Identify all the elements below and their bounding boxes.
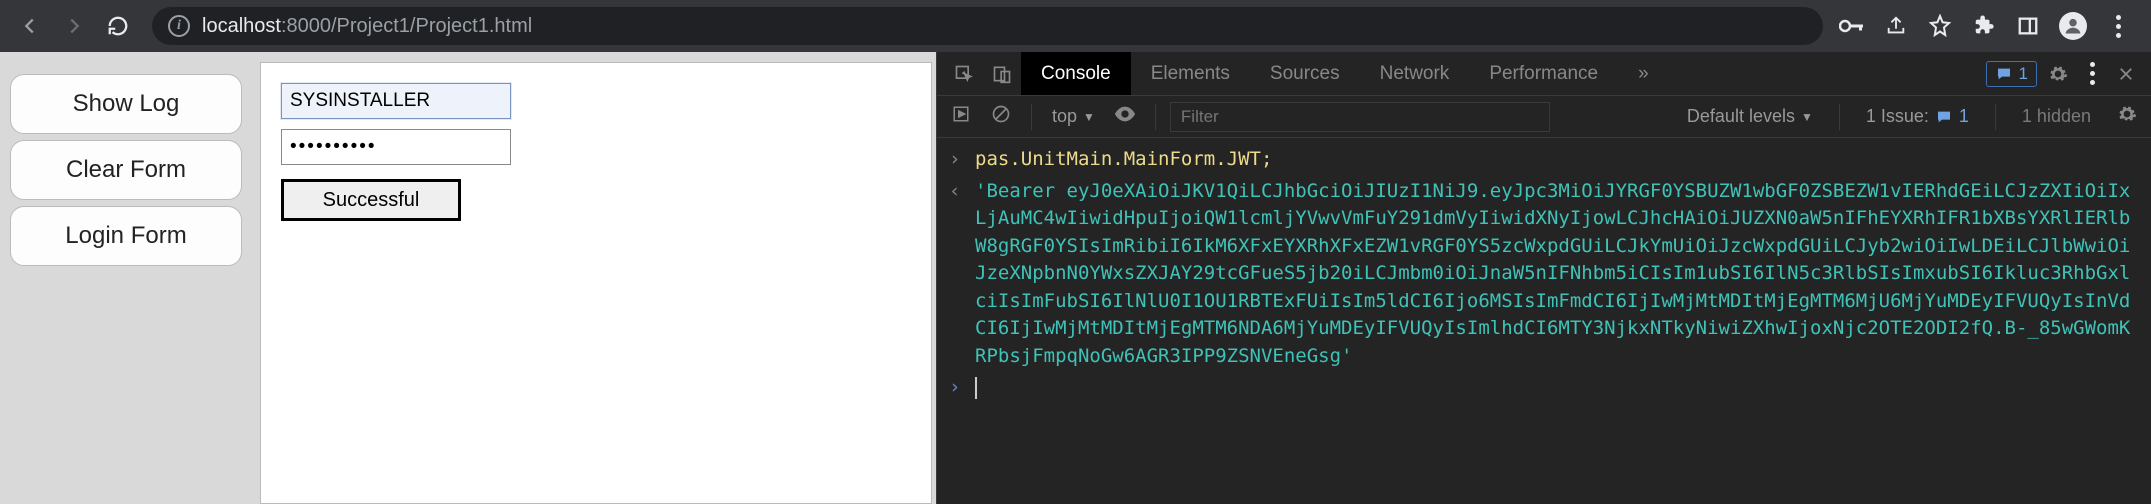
share-icon[interactable] [1883,13,1909,39]
action-panel: Show Log Clear Form Login Form [10,74,242,266]
console-output-value: 'Bearer eyJ0eXAiOiJKV1QiLCJhbGciOiJIUzI1… [975,178,2139,371]
show-log-button[interactable]: Show Log [10,74,242,134]
issues-chip[interactable]: 1 [1986,61,2037,87]
output-arrow-icon: ‹ [949,178,965,371]
console-prompt[interactable] [975,374,977,402]
successful-button[interactable]: Successful [281,179,461,221]
filter-input[interactable] [1170,102,1550,132]
profile-avatar-icon[interactable] [2059,12,2087,40]
devtools-tabbar: Console Elements Sources Network Perform… [937,52,2151,96]
console-output[interactable]: › pas.UnitMain.MainForm.JWT; ‹ 'Bearer e… [937,138,2151,504]
page-content: Show Log Clear Form Login Form Successfu… [0,52,936,504]
url-text: localhost:8000/Project1/Project1.html [202,15,532,38]
browser-toolbar: i localhost:8000/Project1/Project1.html [0,0,2151,52]
tab-console[interactable]: Console [1021,52,1131,95]
menu-icon[interactable] [2105,13,2131,39]
eye-icon[interactable] [1109,106,1141,127]
device-toggle-icon[interactable] [983,64,1021,84]
tab-elements[interactable]: Elements [1131,52,1250,95]
tab-performance[interactable]: Performance [1469,52,1618,95]
extensions-icon[interactable] [1971,13,1997,39]
back-button[interactable] [12,8,48,44]
tab-more[interactable]: » [1618,52,1669,95]
settings-gear-icon[interactable] [2041,64,2075,84]
password-input[interactable] [281,129,511,165]
close-devtools-icon[interactable] [2109,65,2143,83]
console-input-echo: pas.UnitMain.MainForm.JWT; [975,146,1272,174]
browser-actions [1839,12,2131,40]
bookmark-star-icon[interactable] [1927,13,1953,39]
log-levels-selector[interactable]: Default levels ▼ [1687,106,1813,127]
tab-sources[interactable]: Sources [1250,52,1360,95]
input-arrow-icon: › [949,146,965,174]
prompt-arrow-icon: › [949,374,965,402]
context-selector[interactable]: top ▼ [1046,102,1101,131]
toolbar-gear-icon[interactable] [2111,104,2143,129]
reload-button[interactable] [100,8,136,44]
console-toolbar: top ▼ Default levels ▼ 1 Issue: 1 1 hi [937,96,2151,138]
address-bar[interactable]: i localhost:8000/Project1/Project1.html [152,7,1823,45]
site-info-icon[interactable]: i [168,15,190,37]
side-panel-icon[interactable] [2015,13,2041,39]
password-key-icon[interactable] [1839,13,1865,39]
forward-button[interactable] [56,8,92,44]
tab-network[interactable]: Network [1360,52,1470,95]
more-vert-icon[interactable] [2075,62,2109,85]
issues-link[interactable]: 1 Issue: 1 [1866,106,1969,127]
hidden-count: 1 hidden [2022,106,2091,127]
clear-console-icon[interactable] [985,104,1017,129]
login-form-card: Successful [260,62,932,504]
login-form-button[interactable]: Login Form [10,206,242,266]
play-icon[interactable] [945,105,977,128]
username-input[interactable] [281,83,511,119]
devtools-panel: Console Elements Sources Network Perform… [936,52,2151,504]
inspect-element-icon[interactable] [945,64,983,84]
clear-form-button[interactable]: Clear Form [10,140,242,200]
